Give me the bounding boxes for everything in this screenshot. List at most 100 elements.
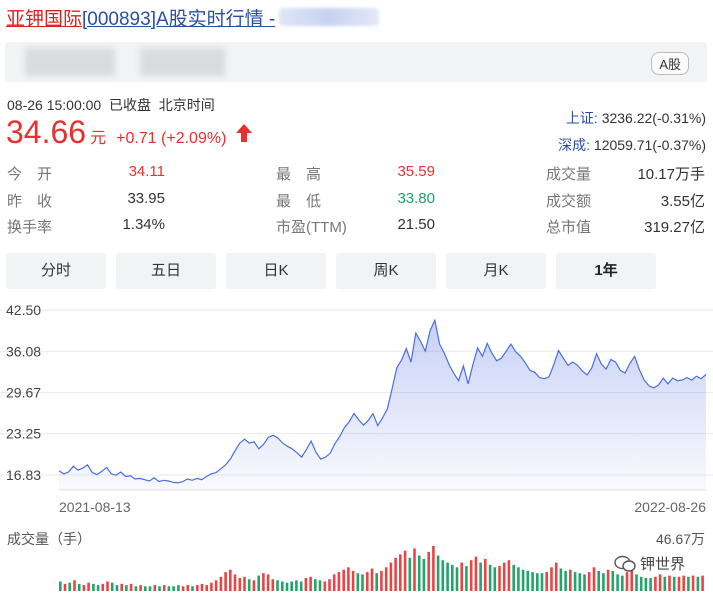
y-tick-label: 42.50 (6, 302, 41, 318)
volume-bar (257, 575, 260, 591)
volume-bar (125, 585, 128, 591)
volume-bar (417, 555, 421, 591)
volume-bar (403, 550, 407, 591)
volume-bar (162, 585, 166, 591)
volume-bar (502, 562, 506, 591)
volume-bar (517, 567, 520, 591)
index-shanghai-name[interactable]: 上证: (566, 110, 598, 126)
volume-bar (455, 567, 459, 591)
y-axis-labels: 42.50 36.08 29.67 23.25 16.83 (6, 302, 41, 483)
x-start-label: 2021-08-13 (59, 499, 131, 515)
volume-bar (446, 562, 449, 591)
volume-bar (498, 566, 501, 591)
volume-bar (332, 574, 336, 591)
volume-bar (474, 556, 478, 591)
tab-weekly-k[interactable]: 周K (336, 253, 436, 289)
volume-bar (356, 573, 360, 591)
volume-bar (144, 586, 147, 591)
volume-bar (318, 580, 322, 591)
wechat-icon (614, 555, 636, 572)
stock-code-link[interactable]: [000893]A股实时行情 - (82, 4, 275, 31)
index-shanghai[interactable]: 上证: 3236.22(-0.31%) (566, 108, 706, 128)
volume-bar (177, 585, 180, 591)
volume-bar (115, 585, 119, 591)
volume-bar (465, 566, 468, 591)
volume-bar (205, 585, 208, 591)
volume-bar (299, 581, 303, 591)
volume-bar (148, 586, 152, 591)
volume-bar (512, 564, 515, 591)
volume-bar (63, 583, 67, 591)
volume-bar (375, 573, 378, 591)
volume-bar (96, 585, 100, 591)
index-shenzhen-value: 12059.71(-0.37%) (593, 137, 706, 153)
volume-bar (658, 574, 662, 591)
current-price: 34.66 (6, 114, 87, 150)
price-chart[interactable]: 42.50 36.08 29.67 23.25 16.83 2021-08-13 202… (0, 298, 713, 595)
volume-bar (262, 573, 265, 591)
info-card: A股 (5, 42, 707, 82)
blurred-title-suffix (279, 8, 380, 26)
volume-bar (583, 574, 586, 591)
volume-bar (210, 582, 213, 591)
volume-bar (323, 581, 327, 591)
volume-bar (129, 583, 133, 591)
tab-five-day[interactable]: 五日 (116, 253, 216, 289)
volume-bar (621, 575, 624, 591)
prev-close-label: 昨 收 (7, 193, 53, 210)
tab-monthly-k[interactable]: 月K (446, 253, 546, 289)
volume-bar (441, 560, 445, 591)
volume-bar (68, 582, 71, 591)
volume-bar (380, 570, 383, 591)
volume-bar (158, 586, 161, 591)
volume-bar (309, 576, 312, 591)
volume-bar (243, 576, 246, 591)
volume-bar (290, 581, 293, 591)
price-change: +0.71 (+2.09%) (116, 130, 227, 147)
prev-close-value: 33.95 (127, 190, 165, 207)
volume-bar (247, 579, 251, 591)
volume-bar (229, 569, 232, 591)
volume-bar (507, 560, 511, 591)
volume-bar (432, 546, 435, 591)
market-badge[interactable]: A股 (651, 52, 689, 75)
price-area (59, 320, 706, 490)
volume-bar (271, 579, 275, 591)
open-label: 今 开 (7, 166, 53, 183)
y-tick-label: 16.83 (6, 467, 41, 483)
y-tick-label: 36.08 (6, 343, 41, 359)
volume-bar (82, 585, 86, 591)
volume-bar (366, 572, 369, 591)
volume-bar (493, 567, 497, 591)
low-value: 33.80 (397, 190, 435, 207)
volume-bar (191, 586, 194, 591)
volume-bar (616, 574, 619, 591)
volume-bar (186, 585, 190, 591)
y-tick-label: 29.67 (6, 384, 41, 400)
high-value: 35.59 (397, 163, 435, 180)
volume-bar (106, 581, 109, 591)
volume-bar (677, 576, 681, 591)
trade-status: 08-26 15:00:00 已收盘 北京时间 (7, 97, 215, 113)
watermark-text: 钾世界 (640, 556, 686, 573)
volume-bar (451, 564, 454, 591)
volume-bar (384, 567, 388, 591)
volume-bar (110, 582, 114, 591)
chart-period-tabs: 分时 五日 日K 周K 月K 1年 (6, 253, 656, 289)
volume-bar (639, 576, 643, 591)
volume-bar (545, 572, 548, 591)
stock-name-link[interactable]: 亚钾国际 (6, 4, 82, 31)
tab-one-year[interactable]: 1年 (556, 253, 656, 289)
index-shenzhen[interactable]: 深成: 12059.71(-0.37%) (558, 135, 706, 155)
tab-intraday[interactable]: 分时 (6, 253, 106, 289)
watermark: 钾世界 (614, 553, 685, 574)
volume-bar (526, 570, 530, 591)
volume-bar (252, 580, 256, 591)
volume-bar (663, 576, 667, 591)
index-shenzhen-name[interactable]: 深成: (558, 137, 590, 153)
volume-bar (276, 580, 279, 591)
volume-bar (644, 578, 648, 591)
volume-bar (281, 581, 284, 591)
tab-daily-k[interactable]: 日K (226, 253, 326, 289)
page-title[interactable]: 亚钾国际 [000893]A股实时行情 - (6, 4, 380, 31)
